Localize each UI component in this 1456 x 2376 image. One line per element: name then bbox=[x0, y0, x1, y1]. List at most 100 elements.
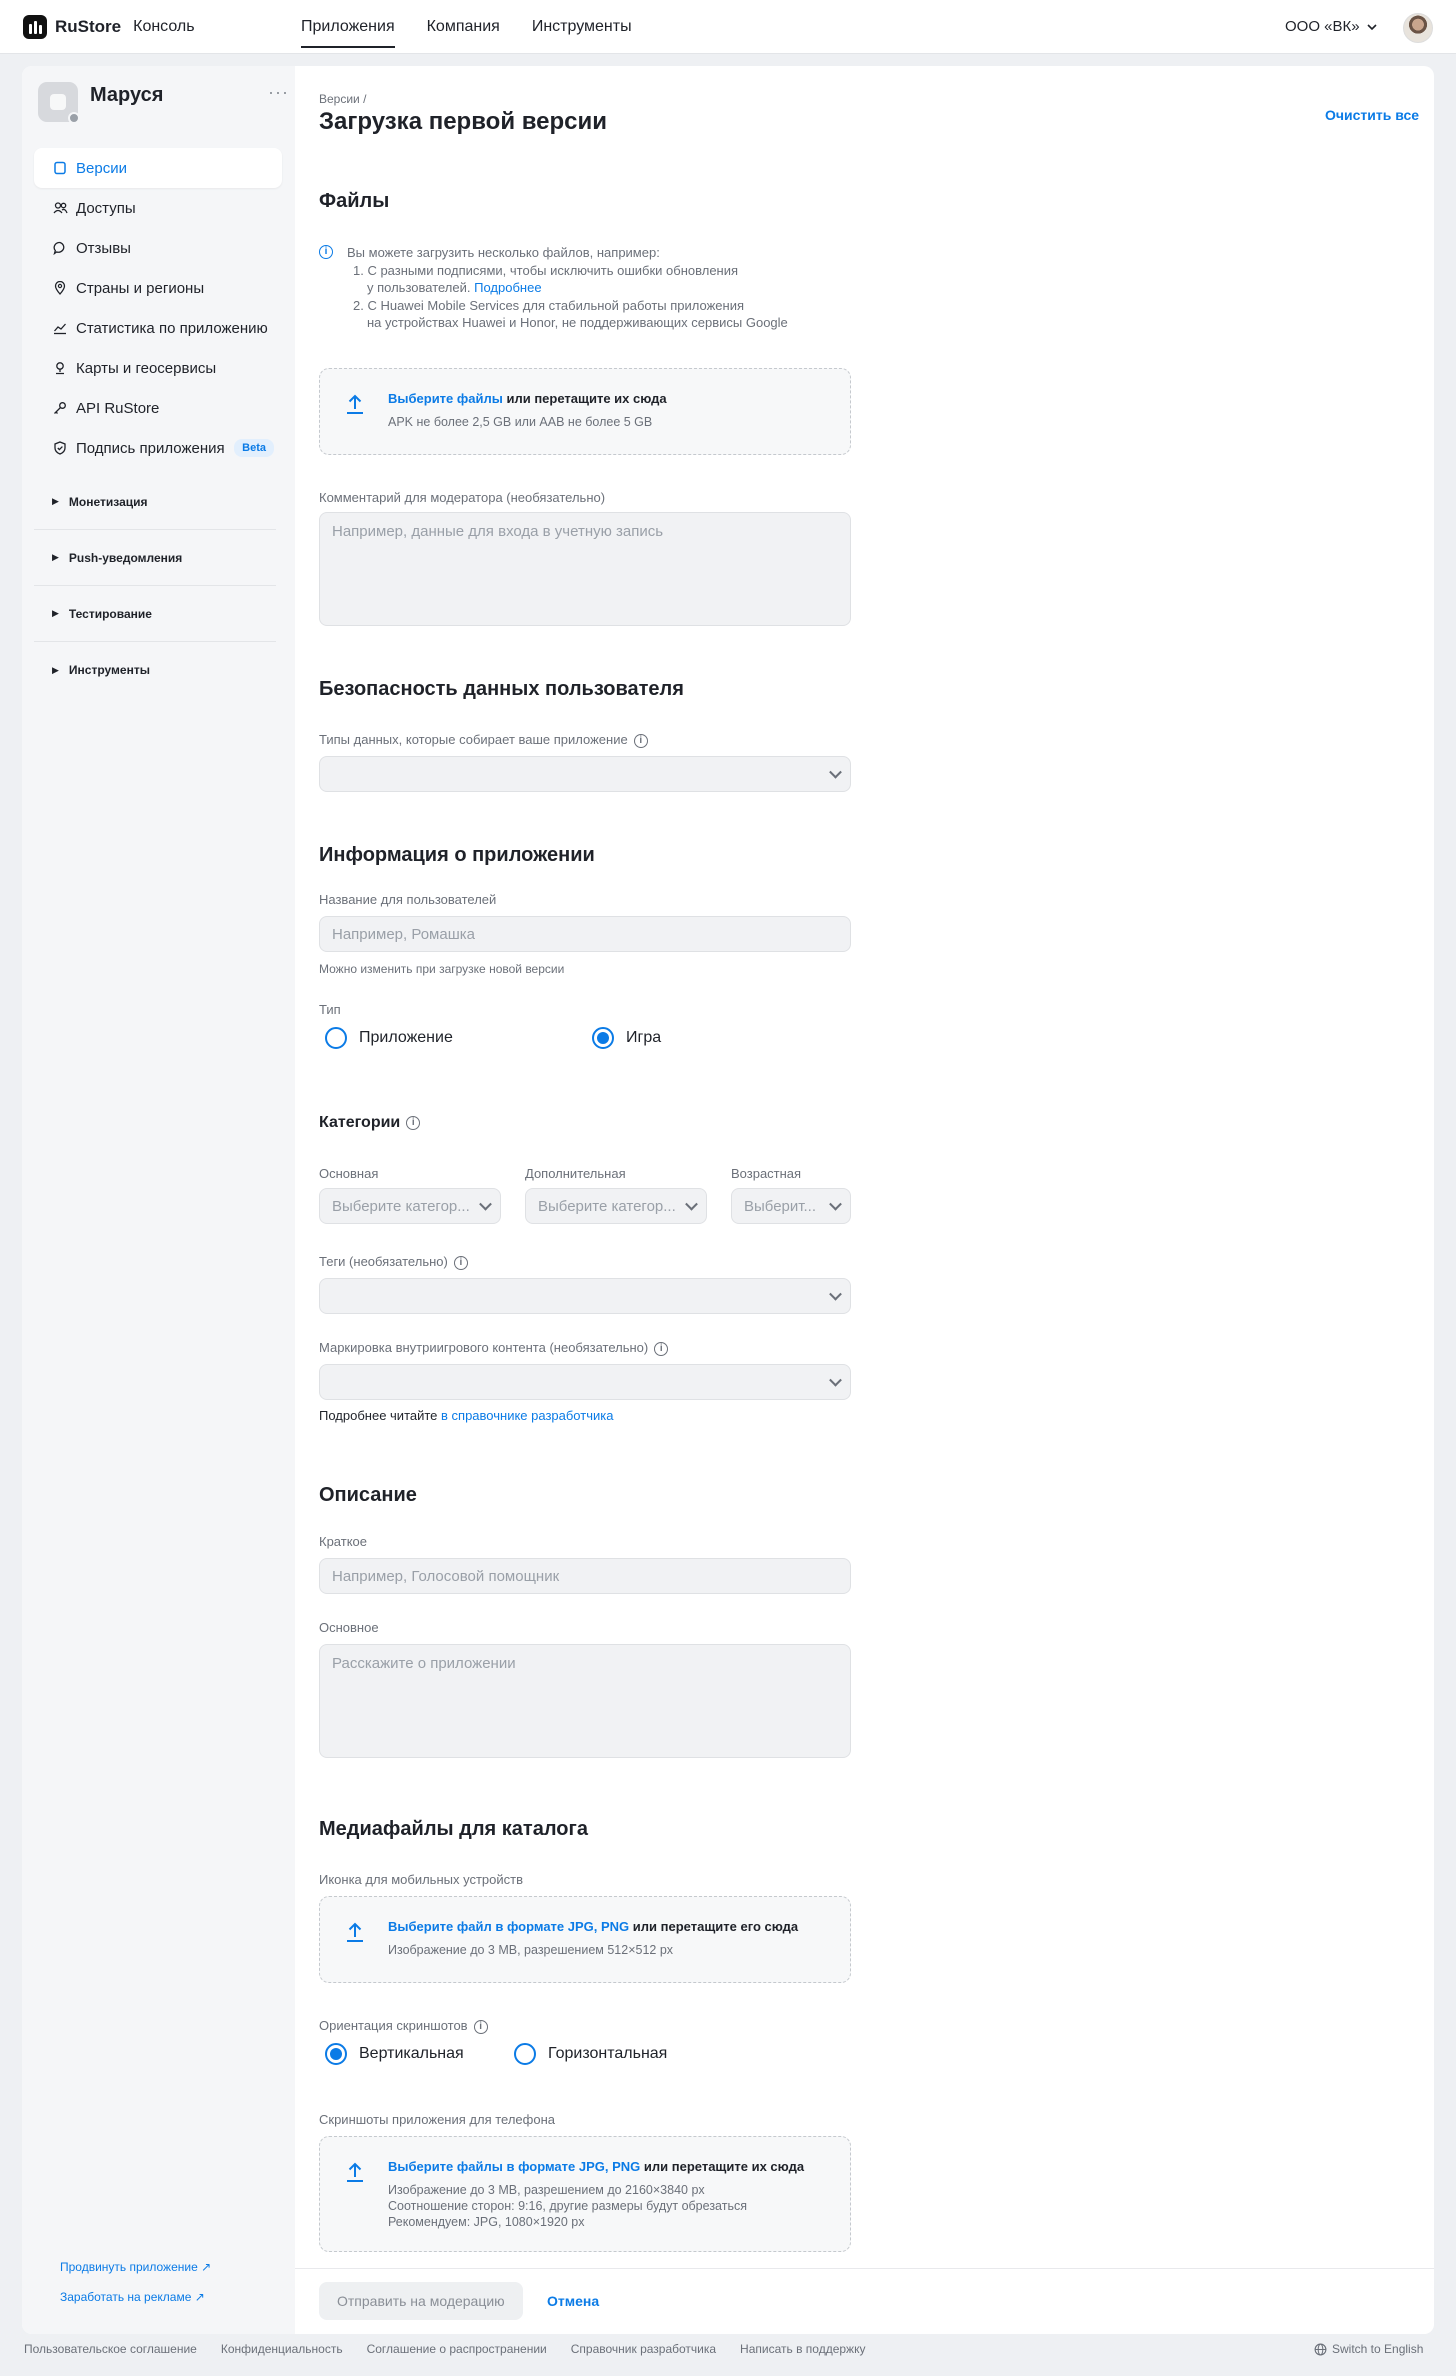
bottom-action-bar: Отправить на модерацию Отмена bbox=[295, 2268, 1434, 2334]
info-icon[interactable]: i bbox=[633, 733, 648, 748]
moderator-comment-textarea[interactable]: Например, данные для входа в учетную зап… bbox=[319, 512, 851, 626]
sidebar-item-reviews[interactable]: Отзывы bbox=[34, 228, 282, 268]
sidebar-group-testing[interactable]: ▶ Тестирование bbox=[34, 586, 276, 642]
top-nav: Приложения Компания Инструменты bbox=[301, 0, 632, 54]
info-icon[interactable]: i bbox=[654, 1341, 669, 1356]
short-description-input[interactable]: Например, Голосовой помощник bbox=[319, 1558, 851, 1594]
cancel-button[interactable]: Отмена bbox=[547, 2282, 599, 2320]
extra-category-select[interactable]: Выберите категор... bbox=[525, 1188, 707, 1224]
language-switch[interactable]: Switch to English bbox=[1314, 2342, 1423, 2356]
tags-label: Теги (необязательно) i bbox=[319, 1254, 468, 1270]
sidebar-group-tools[interactable]: ▶ Инструменты bbox=[34, 642, 276, 698]
info-icon[interactable]: i bbox=[473, 2019, 488, 2034]
sidebar-item-label: Статистика по приложению bbox=[76, 319, 268, 337]
chevron-down-icon bbox=[479, 1197, 492, 1211]
footer-link-support[interactable]: Написать в поддержку bbox=[740, 2342, 865, 2356]
data-types-label: Типы данных, которые собирает ваше прило… bbox=[319, 732, 648, 748]
rustore-logo[interactable]: RuStore Консоль bbox=[23, 15, 195, 39]
footer-link-dev-guide[interactable]: Справочник разработчика bbox=[571, 2342, 716, 2356]
sidebar-item-versions[interactable]: Версии bbox=[34, 148, 282, 188]
location-icon bbox=[52, 280, 68, 296]
company-selector[interactable]: ООО «ВК» bbox=[1285, 18, 1378, 35]
dropzone-subtitle: APK не более 2,5 GB или AAB не более 5 G… bbox=[388, 415, 653, 429]
caret-right-icon: ▶ bbox=[52, 496, 59, 506]
logo-subtitle: Консоль bbox=[133, 18, 195, 35]
map-pin-icon bbox=[52, 360, 68, 376]
comment-icon bbox=[52, 240, 68, 256]
earn-ads-link[interactable]: Заработать на рекламе ↗ bbox=[60, 2290, 205, 2304]
upload-icon bbox=[347, 2162, 363, 2182]
categories-heading: Категории i bbox=[319, 1114, 421, 1132]
more-icon[interactable]: ··· bbox=[268, 82, 289, 103]
dev-guide-link[interactable]: в справочнике разработчика bbox=[441, 1408, 613, 1423]
footer-link-distribution[interactable]: Соглашение о распространении bbox=[367, 2342, 547, 2356]
radio-circle bbox=[592, 1027, 614, 1049]
radio-label: Игра bbox=[626, 1029, 662, 1046]
sidebar-item-statistics[interactable]: Статистика по приложению bbox=[34, 308, 282, 348]
data-types-select[interactable] bbox=[319, 756, 851, 792]
dropzone-text: или перетащите их сюда bbox=[502, 391, 667, 406]
choose-icon-link[interactable]: Выберите файл в формате JPG, PNG bbox=[388, 1919, 629, 1934]
nav-company[interactable]: Компания bbox=[427, 0, 500, 54]
promote-app-link[interactable]: Продвинуть приложение ↗ bbox=[60, 2260, 211, 2274]
orientation-label: Ориентация скриншотов i bbox=[319, 2018, 488, 2034]
versions-icon bbox=[52, 160, 68, 176]
chevron-down-icon bbox=[829, 1287, 842, 1301]
select-placeholder: Выберите категор... bbox=[538, 1197, 676, 1215]
info-text: Вы можете загрузить несколько файлов, на… bbox=[319, 244, 879, 332]
main-category-select[interactable]: Выберите категор... bbox=[319, 1188, 501, 1224]
chevron-down-icon bbox=[829, 1373, 842, 1387]
sidebar-group-push[interactable]: ▶ Push-уведомления bbox=[34, 530, 276, 586]
footer-link-privacy[interactable]: Конфиденциальность bbox=[221, 2342, 343, 2356]
marking-select[interactable] bbox=[319, 1364, 851, 1400]
sidebar-group-monetization[interactable]: ▶ Монетизация bbox=[34, 474, 276, 530]
full-description-label: Основное bbox=[319, 1620, 379, 1635]
orientation-radio-vertical[interactable]: Вертикальная bbox=[325, 2043, 464, 2065]
company-name: ООО «ВК» bbox=[1285, 18, 1360, 35]
orientation-radio-horizontal[interactable]: Горизонтальная bbox=[514, 2043, 667, 2065]
age-category-select[interactable]: Выберит... bbox=[731, 1188, 851, 1224]
sidebar-item-access[interactable]: Доступы bbox=[34, 188, 282, 228]
screenshots-dropzone[interactable]: Выберите файлы в формате JPG, PNG или пе… bbox=[319, 2136, 851, 2252]
sidebar-item-label: Страны и регионы bbox=[76, 279, 205, 297]
marking-label: Маркировка внутриигрового контента (необ… bbox=[319, 1340, 669, 1356]
type-radio-game[interactable]: Игра bbox=[592, 1027, 661, 1049]
app-name-input[interactable]: Например, Ромашка bbox=[319, 916, 851, 952]
extra-category-label: Дополнительная bbox=[525, 1166, 626, 1181]
sidebar-item-api[interactable]: API RuStore bbox=[34, 388, 282, 428]
clear-all-button[interactable]: Очистить все bbox=[1325, 107, 1419, 123]
nav-applications[interactable]: Приложения bbox=[301, 0, 395, 54]
choose-screenshots-link[interactable]: Выберите файлы в формате JPG, PNG bbox=[388, 2159, 640, 2174]
tags-select[interactable] bbox=[319, 1278, 851, 1314]
footer-links: Пользовательское соглашение Конфиденциал… bbox=[24, 2342, 865, 2356]
radio-circle bbox=[325, 2043, 347, 2065]
info-line: Вы можете загрузить несколько файлов, на… bbox=[347, 245, 660, 260]
nav-tools[interactable]: Инструменты bbox=[532, 0, 632, 54]
icon-dropzone[interactable]: Выберите файл в формате JPG, PNG или пер… bbox=[319, 1896, 851, 1983]
sidebar-group-label: Инструменты bbox=[68, 663, 150, 677]
sidebar-item-countries[interactable]: Страны и регионы bbox=[34, 268, 282, 308]
upload-icon bbox=[347, 1922, 363, 1942]
info-line: 2. С Huawei Mobile Services для стабильн… bbox=[353, 297, 745, 313]
choose-files-link[interactable]: Выберите файлы bbox=[388, 391, 503, 406]
sidebar-item-maps[interactable]: Карты и геосервисы bbox=[34, 348, 282, 388]
footer-link-terms[interactable]: Пользовательское соглашение bbox=[24, 2342, 197, 2356]
info-icon: i bbox=[319, 245, 333, 259]
dropzone-title: Выберите файл в формате JPG, PNG или пер… bbox=[388, 1919, 798, 1934]
breadcrumb[interactable]: Версии / bbox=[319, 92, 366, 106]
type-radio-app[interactable]: Приложение bbox=[325, 1027, 453, 1049]
apk-dropzone[interactable]: Выберите файлы или перетащите их сюда AP… bbox=[319, 368, 851, 455]
sidebar-item-signature[interactable]: Подпись приложения Beta bbox=[34, 428, 282, 468]
info-icon[interactable]: i bbox=[453, 1255, 468, 1270]
more-link[interactable]: Подробнее bbox=[474, 280, 541, 295]
sidebar: Маруся ··· Версии Доступы Отзывы Страны … bbox=[22, 66, 295, 2334]
user-avatar[interactable] bbox=[1403, 13, 1433, 43]
caret-right-icon: ▶ bbox=[52, 664, 59, 675]
info-icon[interactable]: i bbox=[406, 1115, 421, 1130]
chevron-down-icon bbox=[1367, 23, 1377, 30]
users-icon bbox=[52, 200, 68, 216]
chevron-down-icon bbox=[685, 1197, 698, 1211]
submit-moderation-button[interactable]: Отправить на модерацию bbox=[319, 2282, 523, 2320]
security-heading: Безопасность данных пользователя bbox=[319, 678, 684, 700]
full-description-textarea[interactable]: Расскажите о приложении bbox=[319, 1644, 851, 1758]
